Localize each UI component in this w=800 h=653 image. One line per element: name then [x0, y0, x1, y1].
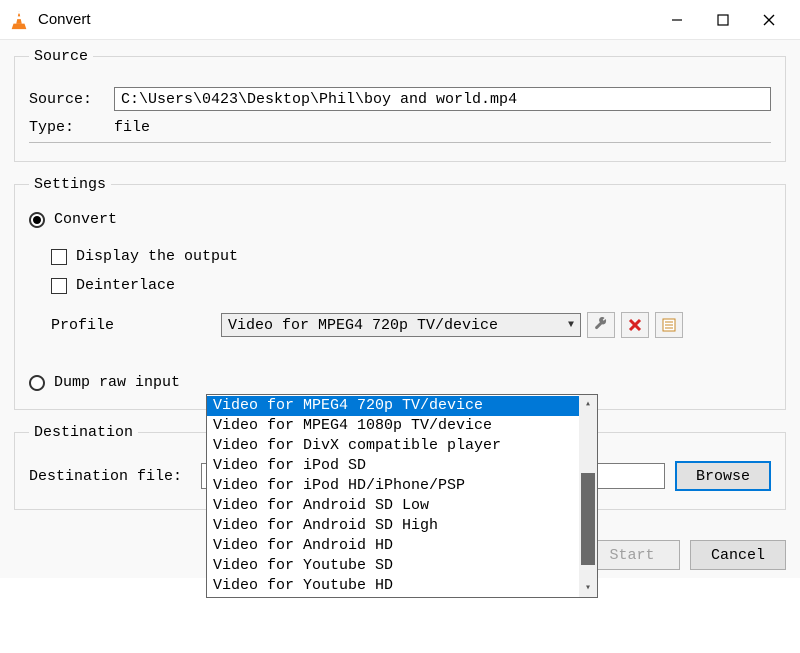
deinterlace-checkbox[interactable] [51, 278, 67, 294]
settings-legend: Settings [29, 176, 111, 193]
maximize-button[interactable] [700, 3, 746, 37]
destination-file-label: Destination file: [29, 468, 201, 485]
display-output-row[interactable]: Display the output [51, 248, 771, 265]
profile-option[interactable]: Video for iPod SD [207, 456, 579, 476]
titlebar: Convert [0, 0, 800, 40]
convert-radio[interactable] [29, 212, 45, 228]
profile-selected-text: Video for MPEG4 720p TV/device [228, 317, 568, 334]
scrollbar[interactable]: ▴ ▾ [579, 395, 597, 597]
delete-icon [627, 317, 643, 333]
profile-option[interactable]: Video for Android SD High [207, 516, 579, 536]
minimize-button[interactable] [654, 3, 700, 37]
chevron-down-icon: ▼ [568, 320, 574, 331]
profile-option[interactable]: Video for MPEG4 720p TV/device [207, 396, 579, 416]
profile-option[interactable]: Video for MPEG4 1080p TV/device [207, 416, 579, 436]
browse-button[interactable]: Browse [675, 461, 771, 491]
source-input[interactable] [114, 87, 771, 111]
scroll-up-arrow[interactable]: ▴ [579, 395, 597, 413]
profile-option[interactable]: Video for Android HD [207, 536, 579, 556]
profile-dropdown-list: Video for MPEG4 720p TV/deviceVideo for … [206, 394, 598, 598]
source-label: Source: [29, 91, 114, 108]
profile-option[interactable]: Video for iPod HD/iPhone/PSP [207, 476, 579, 496]
scroll-track[interactable] [579, 413, 597, 579]
convert-label: Convert [54, 211, 117, 228]
cancel-button[interactable]: Cancel [690, 540, 786, 570]
deinterlace-label: Deinterlace [76, 277, 175, 294]
profile-option[interactable]: Video for Youtube SD [207, 556, 579, 576]
source-legend: Source [29, 48, 93, 65]
profile-option[interactable]: Video for DivX compatible player [207, 436, 579, 456]
source-group: Source Source: Type: file [14, 48, 786, 162]
edit-profile-button[interactable] [587, 312, 615, 338]
scroll-down-arrow[interactable]: ▾ [579, 579, 597, 597]
type-label: Type: [29, 119, 114, 136]
type-value: file [114, 119, 150, 136]
dump-raw-label: Dump raw input [54, 374, 180, 391]
profile-option[interactable]: Video for Android SD Low [207, 496, 579, 516]
display-output-checkbox[interactable] [51, 249, 67, 265]
start-button[interactable]: Start [584, 540, 680, 570]
display-output-label: Display the output [76, 248, 238, 265]
convert-radio-row[interactable]: Convert [29, 211, 771, 228]
deinterlace-row[interactable]: Deinterlace [51, 277, 771, 294]
close-button[interactable] [746, 3, 792, 37]
delete-profile-button[interactable] [621, 312, 649, 338]
destination-legend: Destination [29, 424, 138, 441]
vlc-icon [8, 9, 30, 31]
profile-label: Profile [51, 317, 221, 334]
profile-combobox[interactable]: Video for MPEG4 720p TV/device ▼ [221, 313, 581, 337]
settings-group: Settings Convert Display the output Dein… [14, 176, 786, 410]
dump-raw-radio-row[interactable]: Dump raw input [29, 374, 771, 391]
wrench-icon [593, 317, 609, 333]
scroll-thumb[interactable] [581, 473, 595, 565]
profile-option[interactable]: Video for Youtube HD [207, 576, 579, 596]
dump-raw-radio[interactable] [29, 375, 45, 391]
window-title: Convert [38, 11, 654, 28]
new-profile-icon [661, 317, 677, 333]
new-profile-button[interactable] [655, 312, 683, 338]
